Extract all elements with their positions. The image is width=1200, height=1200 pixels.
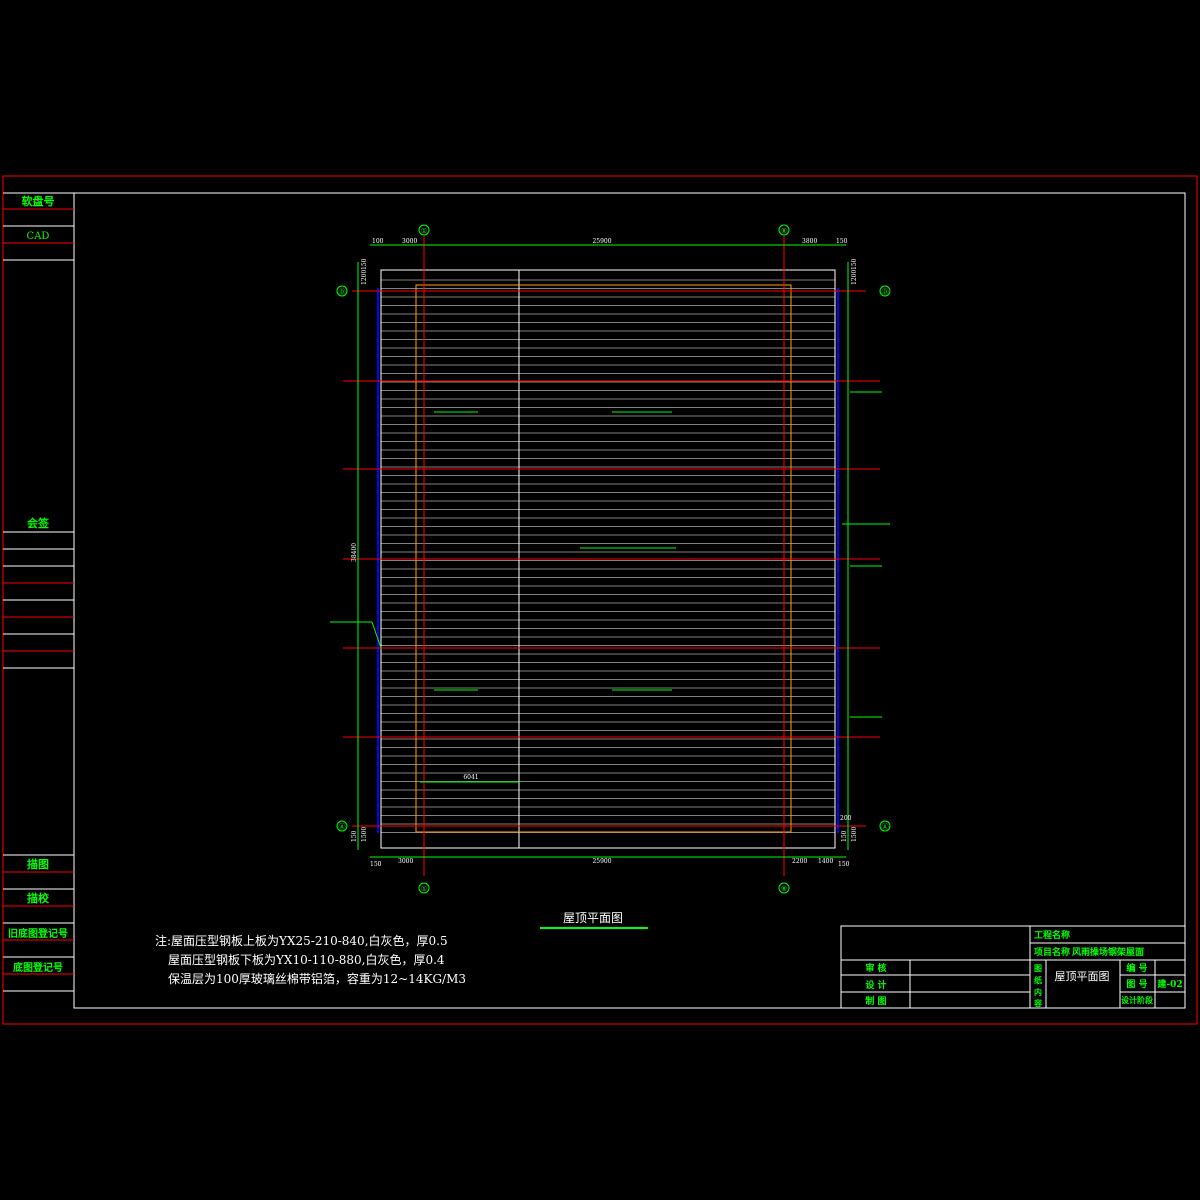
dim-text: 1500 bbox=[851, 827, 858, 842]
item-name-label: 项目名称 bbox=[1034, 946, 1070, 958]
dim-text: 1400 bbox=[818, 858, 833, 865]
dim-text: 1200 bbox=[851, 270, 858, 285]
dim-text: 25900 bbox=[592, 858, 611, 865]
cad-label: CAD bbox=[27, 231, 50, 242]
dim-text: 150 bbox=[851, 258, 858, 270]
svg-text:Ⓓ: Ⓓ bbox=[882, 288, 889, 296]
outer-sheet-frame bbox=[2, 175, 1198, 1025]
dim-text: 150 bbox=[370, 861, 382, 868]
svg-text:Ⓐ: Ⓐ bbox=[339, 823, 346, 831]
plan-title: 屋顶平面图 bbox=[563, 911, 623, 925]
drawing-title: 屋顶平面图 bbox=[1055, 970, 1110, 983]
svg-text:⑧: ⑧ bbox=[781, 227, 787, 235]
content-label-1: 图 bbox=[1034, 963, 1042, 973]
dim-text: 1200 bbox=[361, 270, 368, 285]
dim-text: 3000 bbox=[402, 238, 417, 245]
svg-text:①: ① bbox=[421, 885, 427, 893]
dim-text: 150 bbox=[838, 861, 850, 868]
axis-bubble-d-left: Ⓓ bbox=[336, 285, 348, 297]
design-stage-label: 设计阶段 bbox=[1121, 995, 1153, 1005]
sheet-no-label: 编 号 bbox=[1126, 962, 1147, 974]
traced-check-label: 描校 bbox=[27, 891, 50, 905]
old-register-label: 旧底图登记号 bbox=[8, 927, 68, 940]
roof-plan-drawing: 软盘号 CAD 会签 描图 描校 旧底图登记号 底图登记号 ① ⑧ ① ⑧ Ⓓ … bbox=[2, 175, 1198, 1025]
svg-text:⑧: ⑧ bbox=[781, 885, 787, 893]
dim-text: 100 bbox=[372, 238, 384, 245]
drawn-by-label: 描图 bbox=[27, 857, 49, 871]
disk-number-label: 软盘号 bbox=[22, 194, 55, 208]
axis-bubble-a-left: Ⓐ bbox=[336, 820, 348, 832]
dim-text: 3000 bbox=[398, 858, 413, 865]
dim-text: 38400 bbox=[351, 543, 358, 562]
dim-text: 150 bbox=[351, 830, 358, 842]
review-label: 审 核 bbox=[865, 962, 886, 974]
note-line-2: 屋面压型钢板下板为YX10-110-880,白灰色，厚0.4 bbox=[168, 953, 445, 967]
content-label-4: 容 bbox=[1033, 998, 1042, 1008]
svg-text:①: ① bbox=[421, 227, 427, 235]
countersign-label: 会签 bbox=[27, 516, 50, 530]
dim-text: 1500 bbox=[361, 827, 368, 842]
left-sidebar: 软盘号 CAD 会签 描图 描校 旧底图登记号 底图登记号 bbox=[3, 192, 74, 992]
dim-text: 150 bbox=[836, 238, 848, 245]
svg-text:Ⓓ: Ⓓ bbox=[339, 288, 346, 296]
base-register-label: 底图登记号 bbox=[13, 961, 63, 974]
dim-text: 2200 bbox=[792, 858, 807, 865]
panel-lines bbox=[381, 279, 835, 833]
axis-bubble-1-bottom: ① bbox=[418, 882, 430, 894]
axis-bubble-8: ⑧ bbox=[778, 224, 790, 236]
roof-plan: ① ⑧ ① ⑧ Ⓓ Ⓐ Ⓓ Ⓐ 100 3000 25900 3800 150 … bbox=[330, 224, 891, 929]
draw-label: 制 图 bbox=[865, 995, 886, 1007]
dim-text: 200 bbox=[840, 815, 852, 822]
design-label: 设 计 bbox=[865, 979, 886, 991]
leader-line bbox=[371, 621, 382, 649]
span-dim-text: 6041 bbox=[463, 774, 478, 781]
dim-text: 150 bbox=[361, 258, 368, 270]
title-block: 工程名称 项目名称 风雨操场钢架屋面 审 核 设 计 制 图 图 纸 内 容 屋… bbox=[840, 925, 1186, 1009]
dim-text: 25900 bbox=[592, 238, 611, 245]
svg-text:Ⓐ: Ⓐ bbox=[882, 823, 889, 831]
axis-bubble-d-right: Ⓓ bbox=[879, 285, 891, 297]
axis-bubble-8-bottom: ⑧ bbox=[778, 882, 790, 894]
axis-bubble-1: ① bbox=[418, 224, 430, 236]
project-name-label: 工程名称 bbox=[1034, 929, 1070, 941]
note-line-3: 保温层为100厚玻璃丝棉带铝箔，容重为12~14KG/M3 bbox=[168, 972, 467, 986]
axis-bubble-a-right: Ⓐ bbox=[879, 820, 891, 832]
content-label-3: 内 bbox=[1034, 987, 1042, 997]
notes: 注:屋面压型钢板上板为YX25-210-840,白灰色，厚0.5 屋面压型钢板下… bbox=[155, 932, 466, 989]
dim-text: 150 bbox=[841, 830, 848, 842]
dim-text: 3800 bbox=[802, 238, 817, 245]
content-label-2: 纸 bbox=[1034, 975, 1042, 985]
drawing-no-value: 建-02 bbox=[1157, 978, 1182, 990]
note-line-1: 注:屋面压型钢板上板为YX25-210-840,白灰色，厚0.5 bbox=[155, 934, 448, 948]
inner-drawing-frame bbox=[73, 192, 1186, 1009]
item-name-value: 风雨操场钢架屋面 bbox=[1072, 946, 1144, 958]
drawing-no-label: 图 号 bbox=[1126, 979, 1147, 990]
